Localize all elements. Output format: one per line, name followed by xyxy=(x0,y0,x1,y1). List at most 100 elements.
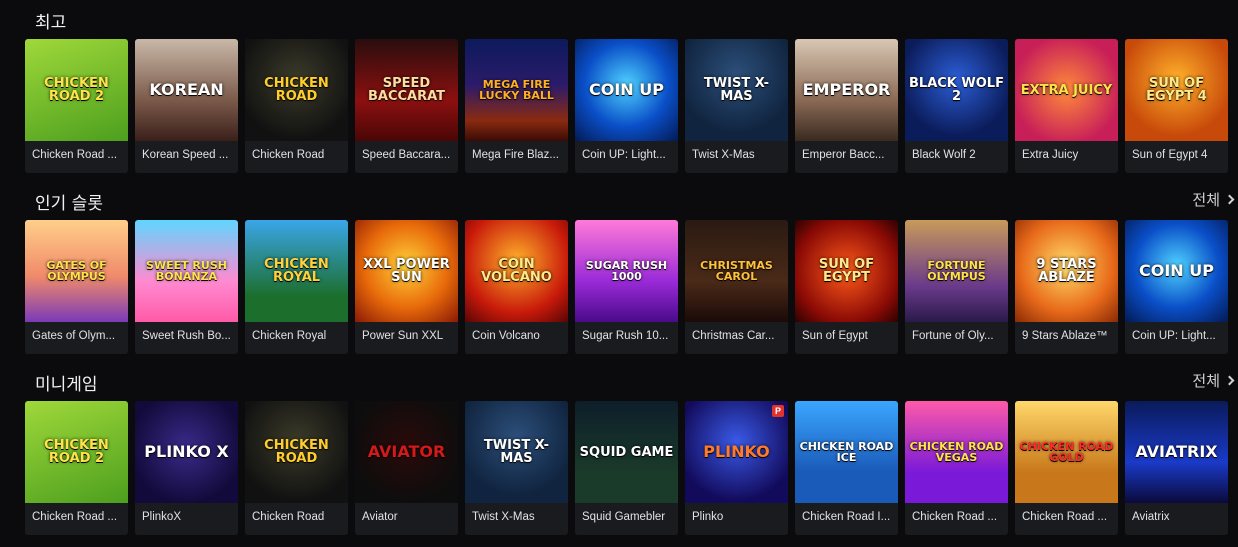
game-art-title: CHICKEN ROAD ICE xyxy=(799,440,894,464)
game-art-title: COIN UP xyxy=(589,80,664,99)
game-art-title: CHICKEN ROAD xyxy=(264,76,329,104)
game-art-title: SUN OF EGYPT 4 xyxy=(1146,76,1207,104)
game-card[interactable]: PLINKO X PlinkoX xyxy=(135,401,238,535)
game-card[interactable]: CHICKEN ROAD GOLD Chicken Road ... xyxy=(1015,401,1118,535)
game-title: Power Sun XXL xyxy=(362,330,444,342)
game-thumbnail: XXL POWER SUN xyxy=(355,220,458,322)
game-card[interactable]: COIN UP Coin UP: Light... xyxy=(1125,220,1228,354)
game-card[interactable]: 9 STARS ABLAZE 9 Stars Ablaze™ xyxy=(1015,220,1118,354)
game-title: Speed Baccara... xyxy=(362,149,451,161)
game-card[interactable]: TWIST X-MAS Twist X-Mas xyxy=(465,401,568,535)
game-title: Sugar Rush 10... xyxy=(582,330,669,342)
section-top: 최고 CHICKEN ROAD 2 Chicken Road ... KOREAN K… xyxy=(25,2,1238,173)
section-title: 최고 xyxy=(35,13,67,33)
game-thumbnail: CHICKEN ROAD GOLD xyxy=(1015,401,1118,503)
game-thumbnail: PLINKO X xyxy=(135,401,238,503)
game-card[interactable]: XXL POWER SUN Power Sun XXL xyxy=(355,220,458,354)
game-card[interactable]: CHICKEN ROYAL Chicken Royal xyxy=(245,220,348,354)
game-card[interactable]: CHICKEN ROAD VEGAS Chicken Road ... xyxy=(905,401,1008,535)
game-card[interactable]: FORTUNE OLYMPUS Fortune of Oly... xyxy=(905,220,1008,354)
game-title: Plinko xyxy=(692,511,724,523)
game-art-title: KOREAN xyxy=(149,80,224,99)
game-card[interactable]: GATES OF OLYMPUS Gates of Olym... xyxy=(25,220,128,354)
game-title: Korean Speed ... xyxy=(142,149,229,161)
game-thumbnail: CHICKEN ROAD 2 xyxy=(25,39,128,141)
game-thumbnail: COIN UP xyxy=(1125,220,1228,322)
game-title: Chicken Road ... xyxy=(1022,511,1108,523)
game-card[interactable]: SWEET RUSH BONANZA Sweet Rush Bo... xyxy=(135,220,238,354)
game-art-title: SQUID GAME xyxy=(579,444,674,460)
game-card[interactable]: PLINKO P Plinko xyxy=(685,401,788,535)
game-art-title: EXTRA JUICY xyxy=(1020,82,1113,98)
game-art-title: SPEED BACCARAT xyxy=(367,76,446,104)
game-art-title: TWIST X-MAS xyxy=(483,438,550,466)
game-thumbnail: GATES OF OLYMPUS xyxy=(25,220,128,322)
game-card[interactable]: KOREAN Korean Speed ... xyxy=(135,39,238,173)
game-card[interactable]: SUN OF EGYPT Sun of Egypt xyxy=(795,220,898,354)
game-card[interactable]: CHICKEN ROAD 2 Chicken Road ... xyxy=(25,39,128,173)
game-title: Chicken Road ... xyxy=(32,511,118,523)
game-thumbnail: COIN VOLCANO xyxy=(465,220,568,322)
game-card[interactable]: SQUID GAME Squid Gamebler xyxy=(575,401,678,535)
game-art-title: Aviatrix xyxy=(1135,442,1218,461)
game-thumbnail: PLINKO P xyxy=(685,401,788,503)
game-card[interactable]: SUN OF EGYPT 4 Sun of Egypt 4 xyxy=(1125,39,1228,173)
game-card[interactable]: BLACK WOLF 2 Black Wolf 2 xyxy=(905,39,1008,173)
game-art-title: EMPEROR xyxy=(802,80,891,99)
game-art-title: CHICKEN ROAD GOLD xyxy=(1019,440,1114,464)
game-card[interactable]: EMPEROR Emperor Bacc... xyxy=(795,39,898,173)
game-card[interactable]: TWIST X-MAS Twist X-Mas xyxy=(685,39,788,173)
game-title: Chicken Road xyxy=(252,511,325,523)
chevron-right-icon xyxy=(1224,194,1235,205)
game-card[interactable]: CHICKEN ROAD Chicken Road xyxy=(245,39,348,173)
game-thumbnail: FORTUNE OLYMPUS xyxy=(905,220,1008,322)
section-title: 미니게임 xyxy=(35,375,98,395)
game-art-title: CHICKEN ROYAL xyxy=(264,257,329,285)
game-card[interactable]: SPEED BACCARAT Speed Baccara... xyxy=(355,39,458,173)
game-title: Chicken Road ... xyxy=(912,511,998,523)
game-art-title: PLINKO X xyxy=(144,442,229,461)
game-card[interactable]: EXTRA JUICY Extra Juicy xyxy=(1015,39,1118,173)
game-art-title: CHICKEN ROAD 2 xyxy=(44,438,109,466)
game-card[interactable]: CHRISTMAS CAROL Christmas Car... xyxy=(685,220,788,354)
game-art-title: COIN VOLCANO xyxy=(481,257,552,285)
game-thumbnail: CHRISTMAS CAROL xyxy=(685,220,788,322)
view-all-link[interactable]: 전체 xyxy=(1192,189,1235,210)
game-thumbnail: SQUID GAME xyxy=(575,401,678,503)
game-title: Twist X-Mas xyxy=(692,149,755,161)
game-thumbnail: CHICKEN ROYAL xyxy=(245,220,348,322)
game-title: Gates of Olym... xyxy=(32,330,116,342)
game-card[interactable]: CHICKEN ROAD ICE Chicken Road I... xyxy=(795,401,898,535)
game-thumbnail: CHICKEN ROAD ICE xyxy=(795,401,898,503)
game-art-title: SUGAR RUSH 1000 xyxy=(585,259,668,283)
game-art-title: XXL POWER SUN xyxy=(363,257,450,285)
game-title: Aviatrix xyxy=(1132,511,1170,523)
game-thumbnail: SWEET RUSH BONANZA xyxy=(135,220,238,322)
game-card[interactable]: COIN UP Coin UP: Light... xyxy=(575,39,678,173)
game-card[interactable]: Aviator Aviator xyxy=(355,401,458,535)
game-thumbnail: TWIST X-MAS xyxy=(465,401,568,503)
view-all-link[interactable]: 전체 xyxy=(1192,370,1235,391)
game-title: Chicken Road I... xyxy=(802,511,891,523)
game-card[interactable]: SUGAR RUSH 1000 Sugar Rush 10... xyxy=(575,220,678,354)
game-thumbnail: SUN OF EGYPT xyxy=(795,220,898,322)
game-card[interactable]: CHICKEN ROAD 2 Chicken Road ... xyxy=(25,401,128,535)
game-art-title: Aviator xyxy=(367,442,446,461)
game-art-title: COIN UP xyxy=(1139,261,1214,280)
game-title: Coin Volcano xyxy=(472,330,540,342)
game-art-title: CHICKEN ROAD xyxy=(264,438,329,466)
game-card[interactable]: CHICKEN ROAD Chicken Road xyxy=(245,401,348,535)
game-thumbnail: COIN UP xyxy=(575,39,678,141)
game-thumbnail: Aviatrix xyxy=(1125,401,1228,503)
game-thumbnail: CHICKEN ROAD 2 xyxy=(25,401,128,503)
game-art-title: CHICKEN ROAD 2 xyxy=(44,76,109,104)
game-thumbnail: KOREAN xyxy=(135,39,238,141)
game-art-title: CHRISTMAS CAROL xyxy=(700,259,773,283)
game-title: Sun of Egypt xyxy=(802,330,868,342)
game-card[interactable]: COIN VOLCANO Coin Volcano xyxy=(465,220,568,354)
game-thumbnail: CHICKEN ROAD xyxy=(245,401,348,503)
game-title: Black Wolf 2 xyxy=(912,149,976,161)
game-card[interactable]: Aviatrix Aviatrix xyxy=(1125,401,1228,535)
game-card[interactable]: MEGA FIRE LUCKY BALL Mega Fire Blaz... xyxy=(465,39,568,173)
game-title: Coin UP: Light... xyxy=(1132,330,1216,342)
